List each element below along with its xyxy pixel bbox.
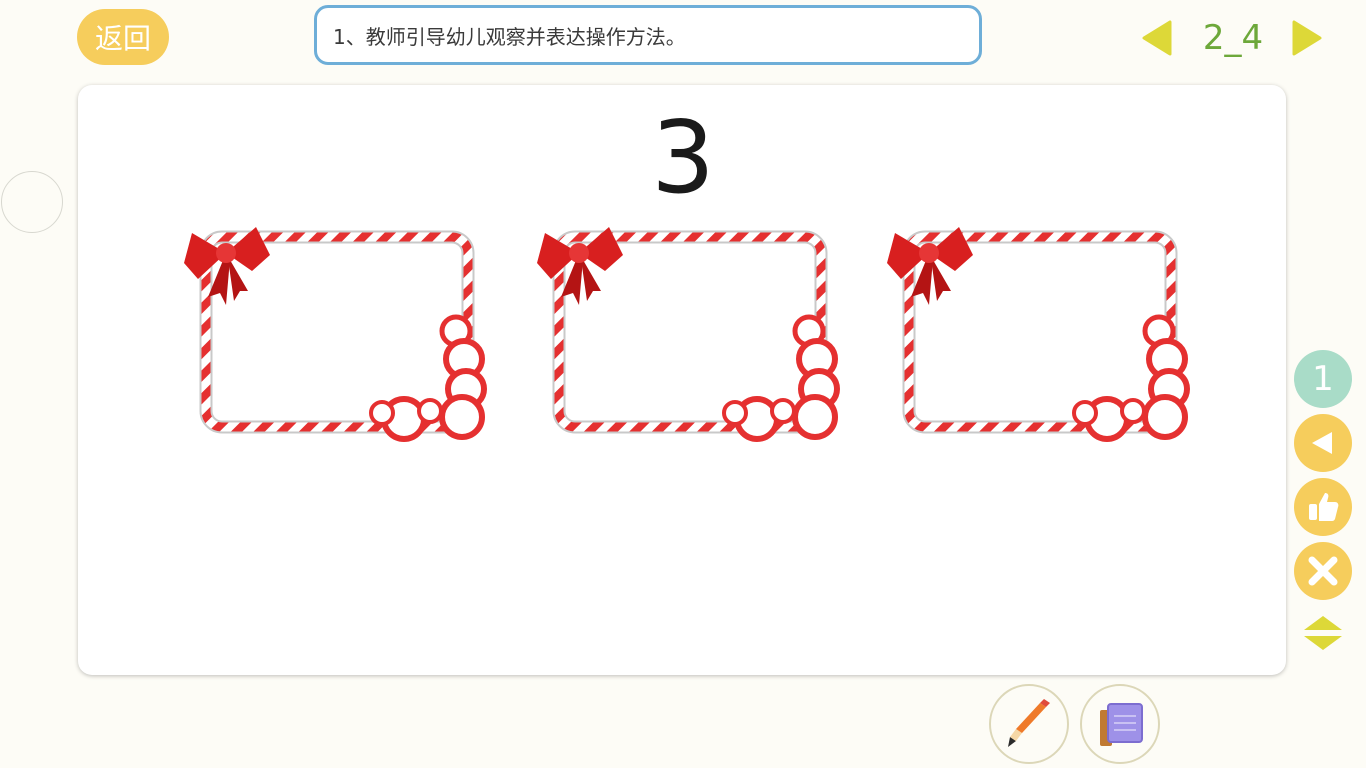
back-button[interactable]: 返回 xyxy=(77,9,169,65)
candy-frame-image xyxy=(184,227,487,442)
candy-frame-image xyxy=(887,227,1190,442)
candy-frame-3[interactable] xyxy=(881,213,1201,443)
content-card: 3 xyxy=(78,85,1286,675)
expand-collapse-icon xyxy=(1304,616,1342,650)
next-page-button[interactable] xyxy=(1292,20,1322,56)
instruction-box: 1、教师引导幼儿观察并表达操作方法。 xyxy=(314,5,982,65)
rail-back-button[interactable] xyxy=(1294,414,1352,472)
target-number: 3 xyxy=(651,99,715,216)
triangle-left-icon xyxy=(1142,20,1172,56)
candy-cluster-icon xyxy=(722,314,840,442)
close-icon xyxy=(1308,556,1338,586)
book-tool-button[interactable] xyxy=(1080,684,1160,764)
pencil-tool-button[interactable] xyxy=(989,684,1069,764)
count-value: 1 xyxy=(1312,359,1334,399)
app-root: 返回 1、教师引导幼儿观察并表达操作方法。 2_4 3 1 xyxy=(0,0,1366,768)
candy-cluster-icon xyxy=(1072,314,1190,442)
like-button[interactable] xyxy=(1294,478,1352,536)
count-badge-button[interactable]: 1 xyxy=(1294,350,1352,408)
instruction-text: 1、教师引导幼儿观察并表达操作方法。 xyxy=(333,24,686,49)
pencil-icon xyxy=(1008,699,1050,747)
triangle-right-icon xyxy=(1292,20,1322,56)
rail-toggle-button[interactable] xyxy=(1302,612,1344,654)
candy-cluster-icon xyxy=(369,314,487,442)
candy-frame-2[interactable] xyxy=(531,213,851,443)
thumbs-up-icon xyxy=(1309,493,1339,521)
prev-page-button[interactable] xyxy=(1142,20,1172,56)
triangle-left-icon xyxy=(1312,432,1332,454)
book-icon xyxy=(1100,703,1143,746)
candy-frame-1[interactable] xyxy=(178,213,498,443)
close-button[interactable] xyxy=(1294,542,1352,600)
side-toggle-button[interactable] xyxy=(1,171,63,233)
page-number: 2_4 xyxy=(1202,18,1264,58)
candy-frame-image xyxy=(537,227,840,442)
